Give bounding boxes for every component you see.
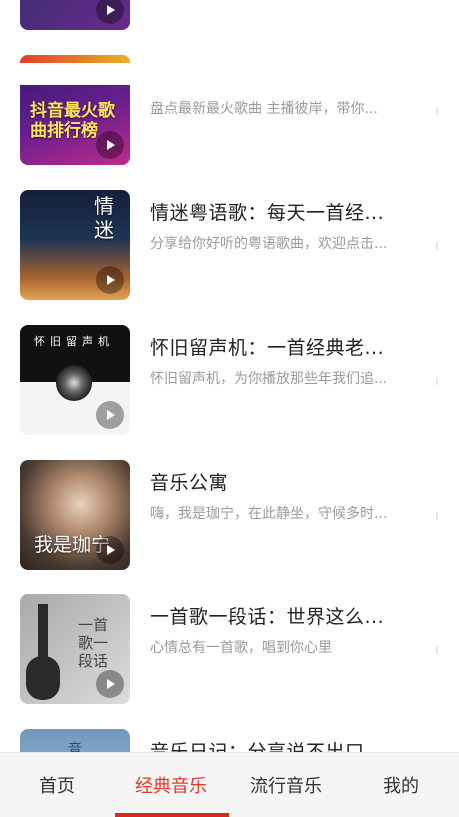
playlist-title: 怀旧留声机：一首经典老... [150,337,385,359]
list-item[interactable]: 音 音乐日记：分享说不出口... [0,729,459,752]
cover-caption: 一首歌一段话 [78,616,109,670]
play-icon[interactable] [96,670,124,698]
list-item[interactable]: 我是珈宁 音乐公寓 嗨，我是珈宁，在此静坐，守候多时... [0,460,459,570]
playlist-description: 分享给你好听的粤语歌曲，欢迎点击... [150,236,388,252]
list-item[interactable]: 情迷 情迷粤语歌：每天一首经... 分享给你好听的粤语歌曲，欢迎点击... [0,190,459,300]
playlist-cover[interactable]: 怀旧留声机 [20,325,130,435]
play-icon[interactable] [96,266,124,294]
more-indicator [436,377,438,385]
tab-mine[interactable]: 我的 [344,753,458,817]
tab-classic-music[interactable]: 经典音乐 [114,753,229,817]
playlist-cover[interactable]: 我是珈宁 [20,460,130,570]
playlist-cover[interactable]: 情迷 [20,190,130,300]
playlist-title: 音乐公寓 [150,472,229,494]
playlist-list: 抖音最火歌曲排行榜 盘点最新最火歌曲 主播彼岸，带你... 情迷 情迷粤语歌：每… [0,0,459,752]
play-icon[interactable] [96,401,124,429]
play-icon[interactable] [96,131,124,159]
playlist-cover[interactable]: 一首歌一段话 [20,594,130,704]
playlist-title: 情迷粤语歌：每天一首经... [150,202,385,224]
playlist-description: 盘点最新最火歌曲 主播彼岸，带你... [150,101,378,117]
cover-caption: 怀旧留声机 [34,335,114,348]
playlist-cover[interactable]: 音 [20,729,130,752]
playlist-description: 心情总有一首歌，唱到你心里 [150,640,332,656]
tab-pop-music[interactable]: 流行音乐 [229,753,343,817]
playlist-title: 一首歌一段话：世界这么... [150,606,385,628]
play-icon[interactable] [96,536,124,564]
list-item[interactable]: 抖音最火歌曲排行榜 盘点最新最火歌曲 主播彼岸，带你... [0,55,459,165]
more-indicator [436,512,438,520]
tab-home[interactable]: 首页 [0,753,114,817]
list-item[interactable]: 一首歌一段话 一首歌一段话：世界这么... 心情总有一首歌，唱到你心里 [0,594,459,704]
playlist-cover[interactable]: 抖音最火歌曲排行榜 [20,55,130,165]
more-indicator [436,107,438,115]
play-icon[interactable] [96,0,124,24]
cover-caption: 音 [68,742,82,752]
tab-label: 经典音乐 [135,776,207,797]
playlist-description: 嗨，我是珈宁，在此静坐，守候多时... [150,506,388,522]
list-item[interactable]: 怀旧留声机 怀旧留声机：一首经典老... 怀旧留声机，为你播放那些年我们追... [0,325,459,435]
cover-caption: 情迷 [94,194,114,242]
active-tab-indicator [115,813,229,817]
playlist-title: 音乐日记：分享说不出口... [150,741,385,752]
list-item[interactable] [0,0,459,30]
playlist-description: 怀旧留声机，为你播放那些年我们追... [150,371,388,387]
more-indicator [436,646,438,654]
bottom-tab-bar: 首页 经典音乐 流行音乐 我的 [0,752,459,817]
more-indicator [436,242,438,250]
playlist-cover[interactable] [20,0,130,30]
